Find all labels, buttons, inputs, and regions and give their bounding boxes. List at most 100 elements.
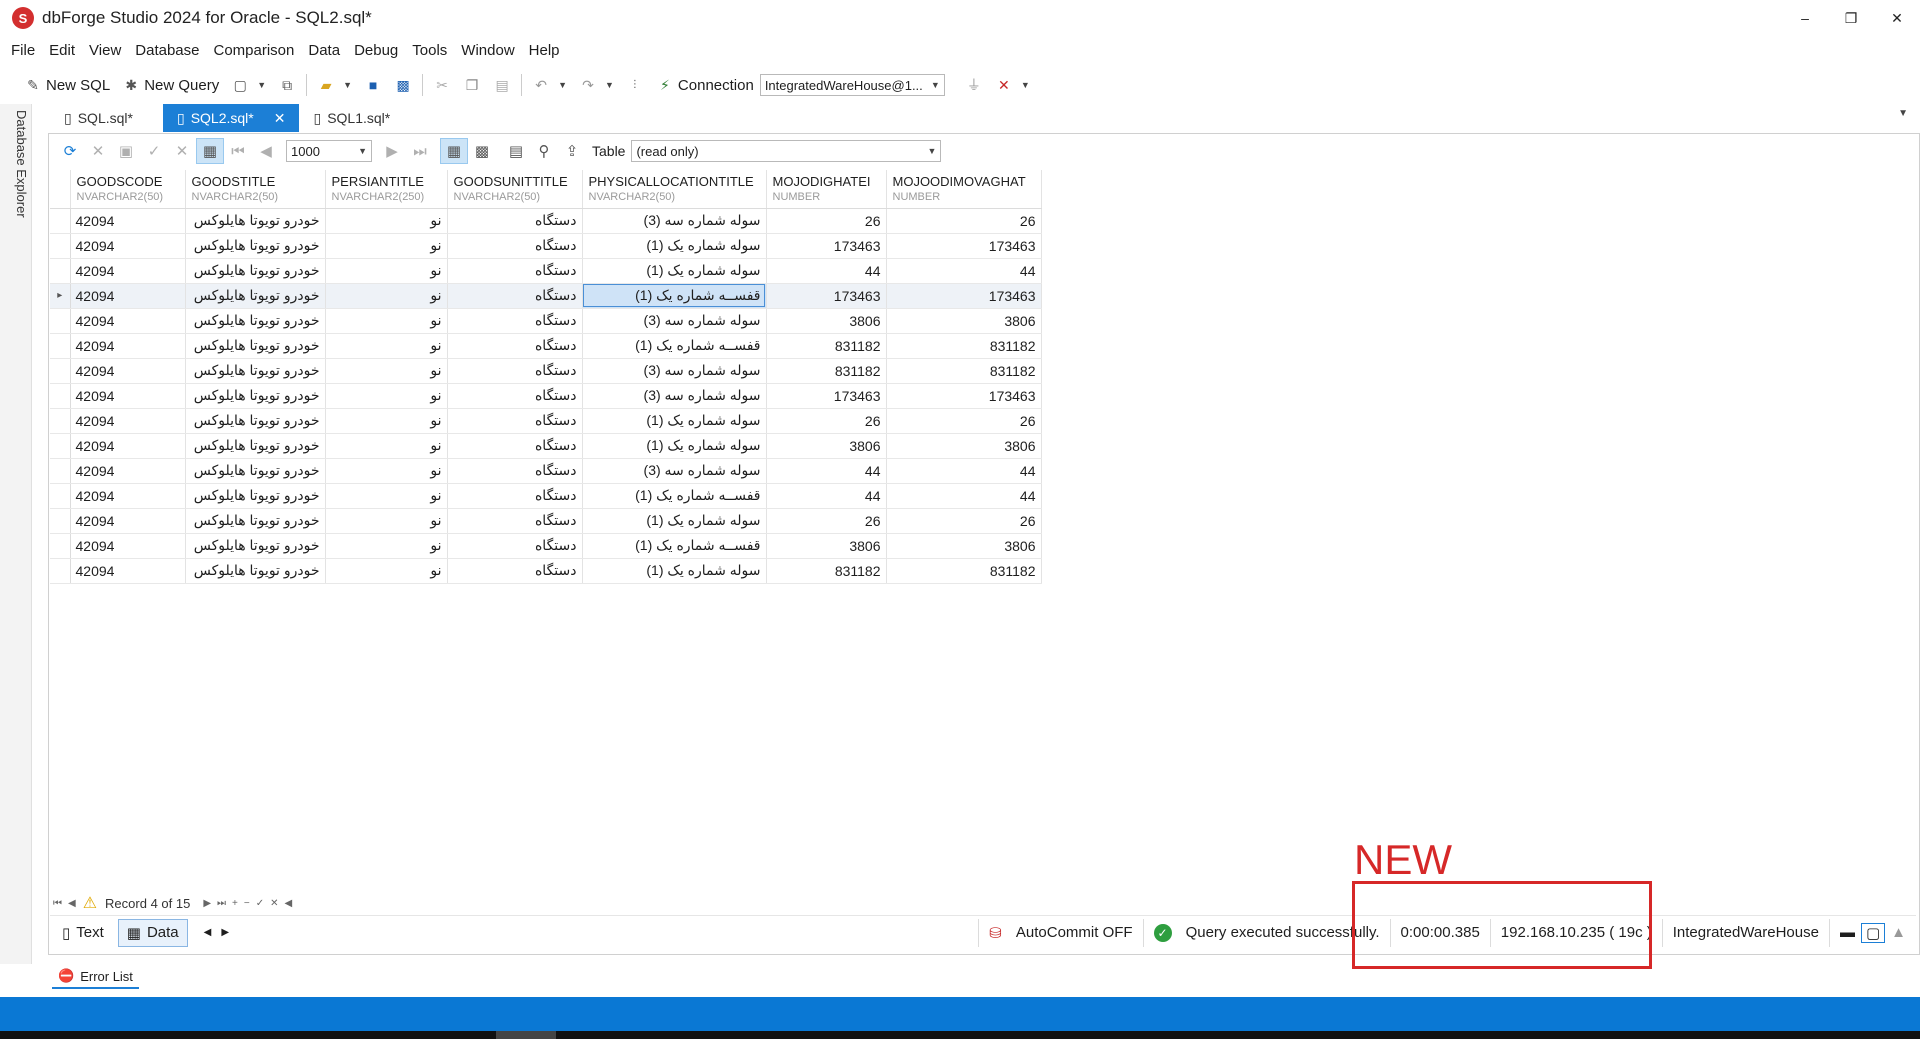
- row-header[interactable]: [50, 508, 71, 534]
- grid-cell[interactable]: دستگاه: [447, 433, 583, 459]
- grid-cell[interactable]: خودرو تویوتا هایلوکس: [185, 508, 326, 534]
- table-row[interactable]: 42094 خودرو تویوتا هایلوکس نو دستگاه سوله شم…: [50, 458, 1042, 484]
- grid-cell[interactable]: قفســه شماره یک (1): [582, 533, 767, 559]
- scroll-left-icon[interactable]: ◀: [282, 898, 296, 909]
- table-row[interactable]: 42094 خودرو تویوتا هایلوکس نو دستگاه قفســه …: [50, 483, 1042, 509]
- insert-row-icon[interactable]: ▣: [112, 138, 140, 164]
- row-header[interactable]: [50, 358, 71, 384]
- last-page-icon[interactable]: ⏭: [406, 138, 434, 164]
- grid-cell[interactable]: دستگاه: [447, 533, 583, 559]
- grid-cell[interactable]: نو: [325, 558, 448, 584]
- grid-cell[interactable]: نو: [325, 383, 448, 409]
- grid-cell[interactable]: 42094: [70, 558, 186, 584]
- grid-cell[interactable]: نو: [325, 258, 448, 284]
- full-panel-icon[interactable]: ▢: [1860, 922, 1886, 943]
- menu-database[interactable]: Database: [128, 40, 206, 64]
- row-header[interactable]: [50, 458, 71, 484]
- grid-cell[interactable]: 42094: [70, 483, 186, 509]
- grid-cell[interactable]: خودرو تویوتا هایلوکس: [185, 533, 326, 559]
- grid-cell[interactable]: 831182: [886, 333, 1042, 359]
- column-header-goodsunittitle[interactable]: GOODSUNITTITLE NVARCHAR2(50): [447, 170, 583, 209]
- table-row[interactable]: 42094 خودرو تویوتا هایلوکس نو دستگاه سوله شم…: [50, 208, 1042, 234]
- grid-cell[interactable]: سوله شماره سه (3): [582, 383, 767, 409]
- connection-dropdown[interactable]: IntegratedWareHouse@1... ▼: [759, 74, 945, 96]
- new-document-button[interactable]: ▢ ▼: [225, 72, 272, 98]
- grid-cell[interactable]: خودرو تویوتا هایلوکس: [185, 483, 326, 509]
- error-list-tab[interactable]: ⛔ Error List: [52, 965, 139, 989]
- add-item-button[interactable]: ⧉: [272, 72, 302, 98]
- close-window-button[interactable]: ✕: [1874, 0, 1920, 36]
- grid-cell[interactable]: خودرو تویوتا هایلوکس: [185, 408, 326, 434]
- grid-cell[interactable]: خودرو تویوتا هایلوکس: [185, 308, 326, 334]
- connection-button[interactable]: ⚡ Connection: [650, 72, 760, 98]
- grid-cell[interactable]: نو: [325, 483, 448, 509]
- table-mode-dropdown[interactable]: (read only) ▼: [631, 140, 942, 162]
- grid-cell[interactable]: نو: [325, 358, 448, 384]
- grid-view-icon[interactable]: ▦: [440, 138, 468, 164]
- grid-cell[interactable]: 3806: [766, 308, 887, 334]
- table-layout-icon[interactable]: ▤: [502, 138, 530, 164]
- first-page-icon[interactable]: ⏮: [224, 138, 252, 164]
- table-row[interactable]: 42094 خودرو تویوتا هایلوکس نو دستگاه قفســه …: [50, 333, 1042, 359]
- table-row[interactable]: 42094 خودرو تویوتا هایلوکس نو دستگاه سوله شم…: [50, 408, 1042, 434]
- grid-cell[interactable]: 42094: [70, 533, 186, 559]
- grid-cell[interactable]: دستگاه: [447, 208, 583, 234]
- grid-cell[interactable]: نو: [325, 208, 448, 234]
- grid-cell[interactable]: دستگاه: [447, 408, 583, 434]
- add-record-icon[interactable]: +: [229, 898, 241, 909]
- grid-cell[interactable]: 3806: [886, 433, 1042, 459]
- grid-cell[interactable]: نو: [325, 433, 448, 459]
- paste-button[interactable]: ▤: [487, 72, 517, 98]
- grid-cell[interactable]: 831182: [766, 333, 887, 359]
- grid-cell[interactable]: 173463: [766, 383, 887, 409]
- first-record-icon[interactable]: ⏮: [50, 898, 65, 909]
- previous-view-icon[interactable]: ◀: [204, 927, 212, 938]
- column-header-goodscode[interactable]: GOODSCODE NVARCHAR2(50): [70, 170, 186, 209]
- stop-icon[interactable]: ✕: [84, 138, 112, 164]
- cancel-changes-icon[interactable]: ✕: [168, 138, 196, 164]
- connect-button[interactable]: ⏚: [959, 72, 989, 98]
- grid-cell[interactable]: 42094: [70, 233, 186, 259]
- row-header[interactable]: [50, 483, 71, 509]
- grid-cell[interactable]: دستگاه: [447, 383, 583, 409]
- tab-sql1[interactable]: ▯ SQL1.sql*: [299, 104, 404, 132]
- grid-cell[interactable]: دستگاه: [447, 483, 583, 509]
- grid-cell[interactable]: 173463: [886, 283, 1042, 309]
- page-size-dropdown[interactable]: 1000 ▼: [286, 140, 372, 162]
- grid-cell[interactable]: نو: [325, 283, 448, 309]
- grid-cell[interactable]: خودرو تویوتا هایلوکس: [185, 283, 326, 309]
- table-row[interactable]: ▸ 42094 خودرو تویوتا هایلوکس نو دستگاه قفســه…: [50, 283, 1042, 309]
- delete-record-icon[interactable]: −: [241, 898, 253, 909]
- grid-cell[interactable]: قفســه شماره یک (1): [582, 333, 767, 359]
- tab-sql[interactable]: ▯ SQL.sql*: [50, 104, 147, 132]
- grid-cell[interactable]: خودرو تویوتا هایلوکس: [185, 358, 326, 384]
- menu-edit[interactable]: Edit: [42, 40, 82, 64]
- grid-cell[interactable]: سوله شماره یک (1): [582, 258, 767, 284]
- row-header[interactable]: [50, 333, 71, 359]
- cut-button[interactable]: ✂: [427, 72, 457, 98]
- grid-cell[interactable]: 173463: [886, 233, 1042, 259]
- autocommit-status[interactable]: ⛁ AutoCommit OFF: [978, 918, 1142, 947]
- grid-cell[interactable]: سوله شماره یک (1): [582, 233, 767, 259]
- grid-cell[interactable]: سوله شماره سه (3): [582, 208, 767, 234]
- row-header[interactable]: [50, 383, 71, 409]
- grid-cell[interactable]: 26: [886, 208, 1042, 234]
- previous-page-icon[interactable]: ◀: [252, 138, 280, 164]
- save-all-button[interactable]: ▩: [388, 72, 418, 98]
- grid-cell[interactable]: 42094: [70, 458, 186, 484]
- refresh-icon[interactable]: ⟳: [56, 138, 84, 164]
- grid-cell[interactable]: سوله شماره سه (3): [582, 308, 767, 334]
- grid-cell[interactable]: 26: [766, 408, 887, 434]
- text-view-tab[interactable]: ▯ Text: [54, 919, 112, 947]
- grid-cell[interactable]: سوله شماره یک (1): [582, 433, 767, 459]
- grid-cell[interactable]: دستگاه: [447, 458, 583, 484]
- next-record-icon[interactable]: ▶: [200, 898, 214, 909]
- paginate-icon[interactable]: ▦: [196, 138, 224, 164]
- grid-cell[interactable]: 42094: [70, 408, 186, 434]
- table-row[interactable]: 42094 خودرو تویوتا هایلوکس نو دستگاه سوله شم…: [50, 508, 1042, 534]
- grid-cell[interactable]: 42094: [70, 358, 186, 384]
- table-row[interactable]: 42094 خودرو تویوتا هایلوکس نو دستگاه سوله شم…: [50, 558, 1042, 584]
- grid-cell[interactable]: خودرو تویوتا هایلوکس: [185, 433, 326, 459]
- table-row[interactable]: 42094 خودرو تویوتا هایلوکس نو دستگاه سوله شم…: [50, 383, 1042, 409]
- grid-cell[interactable]: 42094: [70, 283, 186, 309]
